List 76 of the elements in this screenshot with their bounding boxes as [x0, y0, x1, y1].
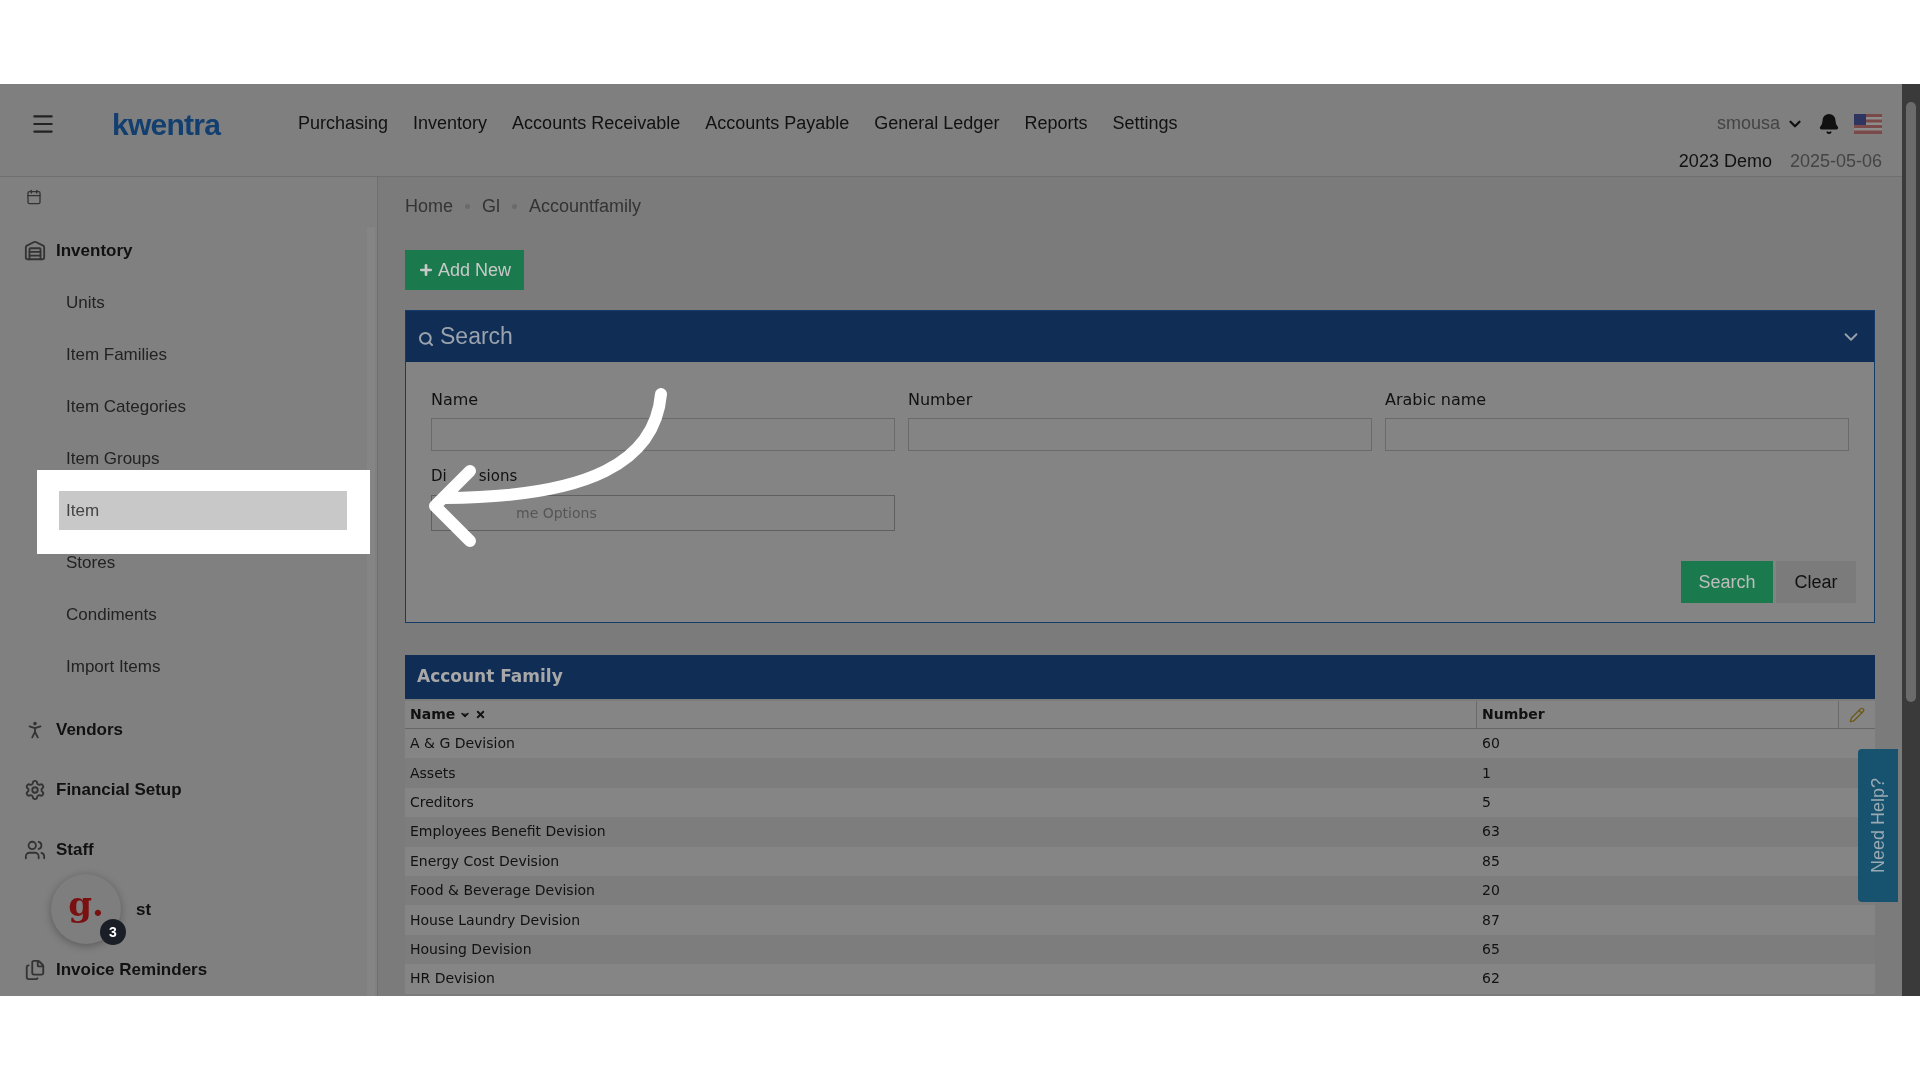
help-tab[interactable]: Need Help?: [1858, 749, 1898, 902]
date-label: 2025-05-06: [1789, 150, 1882, 173]
search-icon: [418, 330, 434, 347]
table-cell-text: 65: [1481, 939, 1501, 959]
document-icon: [24, 959, 46, 981]
table-cell-text: 60: [1481, 734, 1501, 754]
warehouse-icon: [24, 240, 46, 262]
plus-icon: [418, 262, 434, 278]
sidebar-section[interactable]: Vendors: [56, 717, 124, 743]
sidebar-item[interactable]: Import Items: [59, 656, 168, 677]
table-cell-text: 5: [1481, 792, 1492, 812]
field-label: Name: [431, 389, 479, 411]
sidebar-item[interactable]: Units: [59, 292, 112, 313]
field-label: Arabic name: [1385, 389, 1487, 411]
table-cell-text: HR Devision: [409, 969, 496, 989]
table-cell-text: Food & Beverage Devision: [409, 881, 596, 901]
scrollbar[interactable]: [1902, 84, 1920, 996]
nav-link[interactable]: Settings: [1112, 110, 1178, 137]
close-icon[interactable]: [475, 709, 487, 720]
gear-icon: [24, 779, 46, 801]
add-new-button[interactable]: Add New: [405, 250, 525, 290]
table-cell-text: Employees Benefit Devision: [409, 822, 607, 842]
panel-title: Search: [440, 322, 513, 352]
table-cell-text: Assets: [409, 763, 457, 783]
sidebar-item[interactable]: Item Categories: [59, 396, 193, 417]
table-cell-text: 1: [1481, 763, 1492, 783]
sidebar-section[interactable]: st: [136, 897, 152, 923]
search-button[interactable]: Search: [1681, 561, 1773, 603]
table-cell-text: House Laundry Devision: [409, 910, 582, 930]
nav-link[interactable]: Purchasing: [298, 110, 389, 137]
sidebar-section[interactable]: Inventory: [56, 238, 133, 264]
table-cell-text: Creditors: [409, 792, 475, 812]
field-label: Di: [431, 467, 447, 485]
nav-link[interactable]: Accounts Payable: [705, 110, 850, 137]
column-header[interactable]: Name: [410, 704, 456, 725]
nav-link[interactable]: General Ledger: [874, 110, 1000, 137]
column-header[interactable]: Number: [1482, 704, 1545, 725]
nav-link[interactable]: Reports: [1024, 110, 1088, 137]
breadcrumb-link[interactable]: Accountfamily: [529, 192, 642, 220]
sidebar-item[interactable]: Item Groups: [59, 448, 167, 469]
flag-icon[interactable]: [1854, 113, 1882, 134]
logo[interactable]: kwentra: [112, 102, 221, 147]
breadcrumb-link[interactable]: Home: [405, 192, 453, 220]
table-cell-text: 20: [1481, 881, 1501, 901]
field-label: Number: [908, 389, 973, 411]
input-field[interactable]: [1385, 418, 1849, 451]
clear-button[interactable]: Clear: [1776, 561, 1856, 603]
company-name: 2023 Demo: [1678, 150, 1772, 173]
sidebar-section[interactable]: Invoice Reminders: [56, 957, 208, 983]
table-cell-text: 85: [1481, 851, 1501, 871]
breadcrumb-link[interactable]: Gl: [482, 192, 500, 220]
user-menu[interactable]: smousa: [1716, 110, 1804, 137]
sidebar-section[interactable]: Staff: [56, 837, 94, 863]
table-cell-text: 87: [1481, 910, 1501, 930]
input-field[interactable]: [908, 418, 1372, 451]
sidebar-item[interactable]: Condiments: [59, 604, 164, 625]
users-icon: [24, 839, 46, 861]
table-cell-text: A & G Devision: [409, 734, 516, 754]
sidebar-item[interactable]: Stores: [59, 552, 123, 573]
table-cell-text: 63: [1481, 822, 1501, 842]
table-cell-text: Housing Devision: [409, 939, 533, 959]
table-cell-text: Energy Cost Devision: [409, 851, 561, 871]
table-title: Account Family: [417, 665, 563, 689]
sidebar-item[interactable]: Item Families: [59, 344, 175, 365]
input-field[interactable]: [431, 418, 895, 451]
nav-link[interactable]: Inventory: [413, 110, 488, 137]
sidebar-item[interactable]: Item: [59, 491, 347, 530]
bell-icon[interactable]: [1818, 112, 1840, 135]
table-cell-text: 62: [1481, 969, 1501, 989]
nav-link[interactable]: Accounts Receivable: [512, 110, 681, 137]
sidebar-section[interactable]: Financial Setup: [56, 777, 182, 803]
pencil-icon[interactable]: [1849, 706, 1865, 723]
field-label: sions: [478, 467, 518, 485]
sidebar-scrollbar[interactable]: [367, 227, 375, 996]
calendar-icon[interactable]: [26, 189, 42, 205]
panel-header[interactable]: Search: [406, 311, 1874, 362]
